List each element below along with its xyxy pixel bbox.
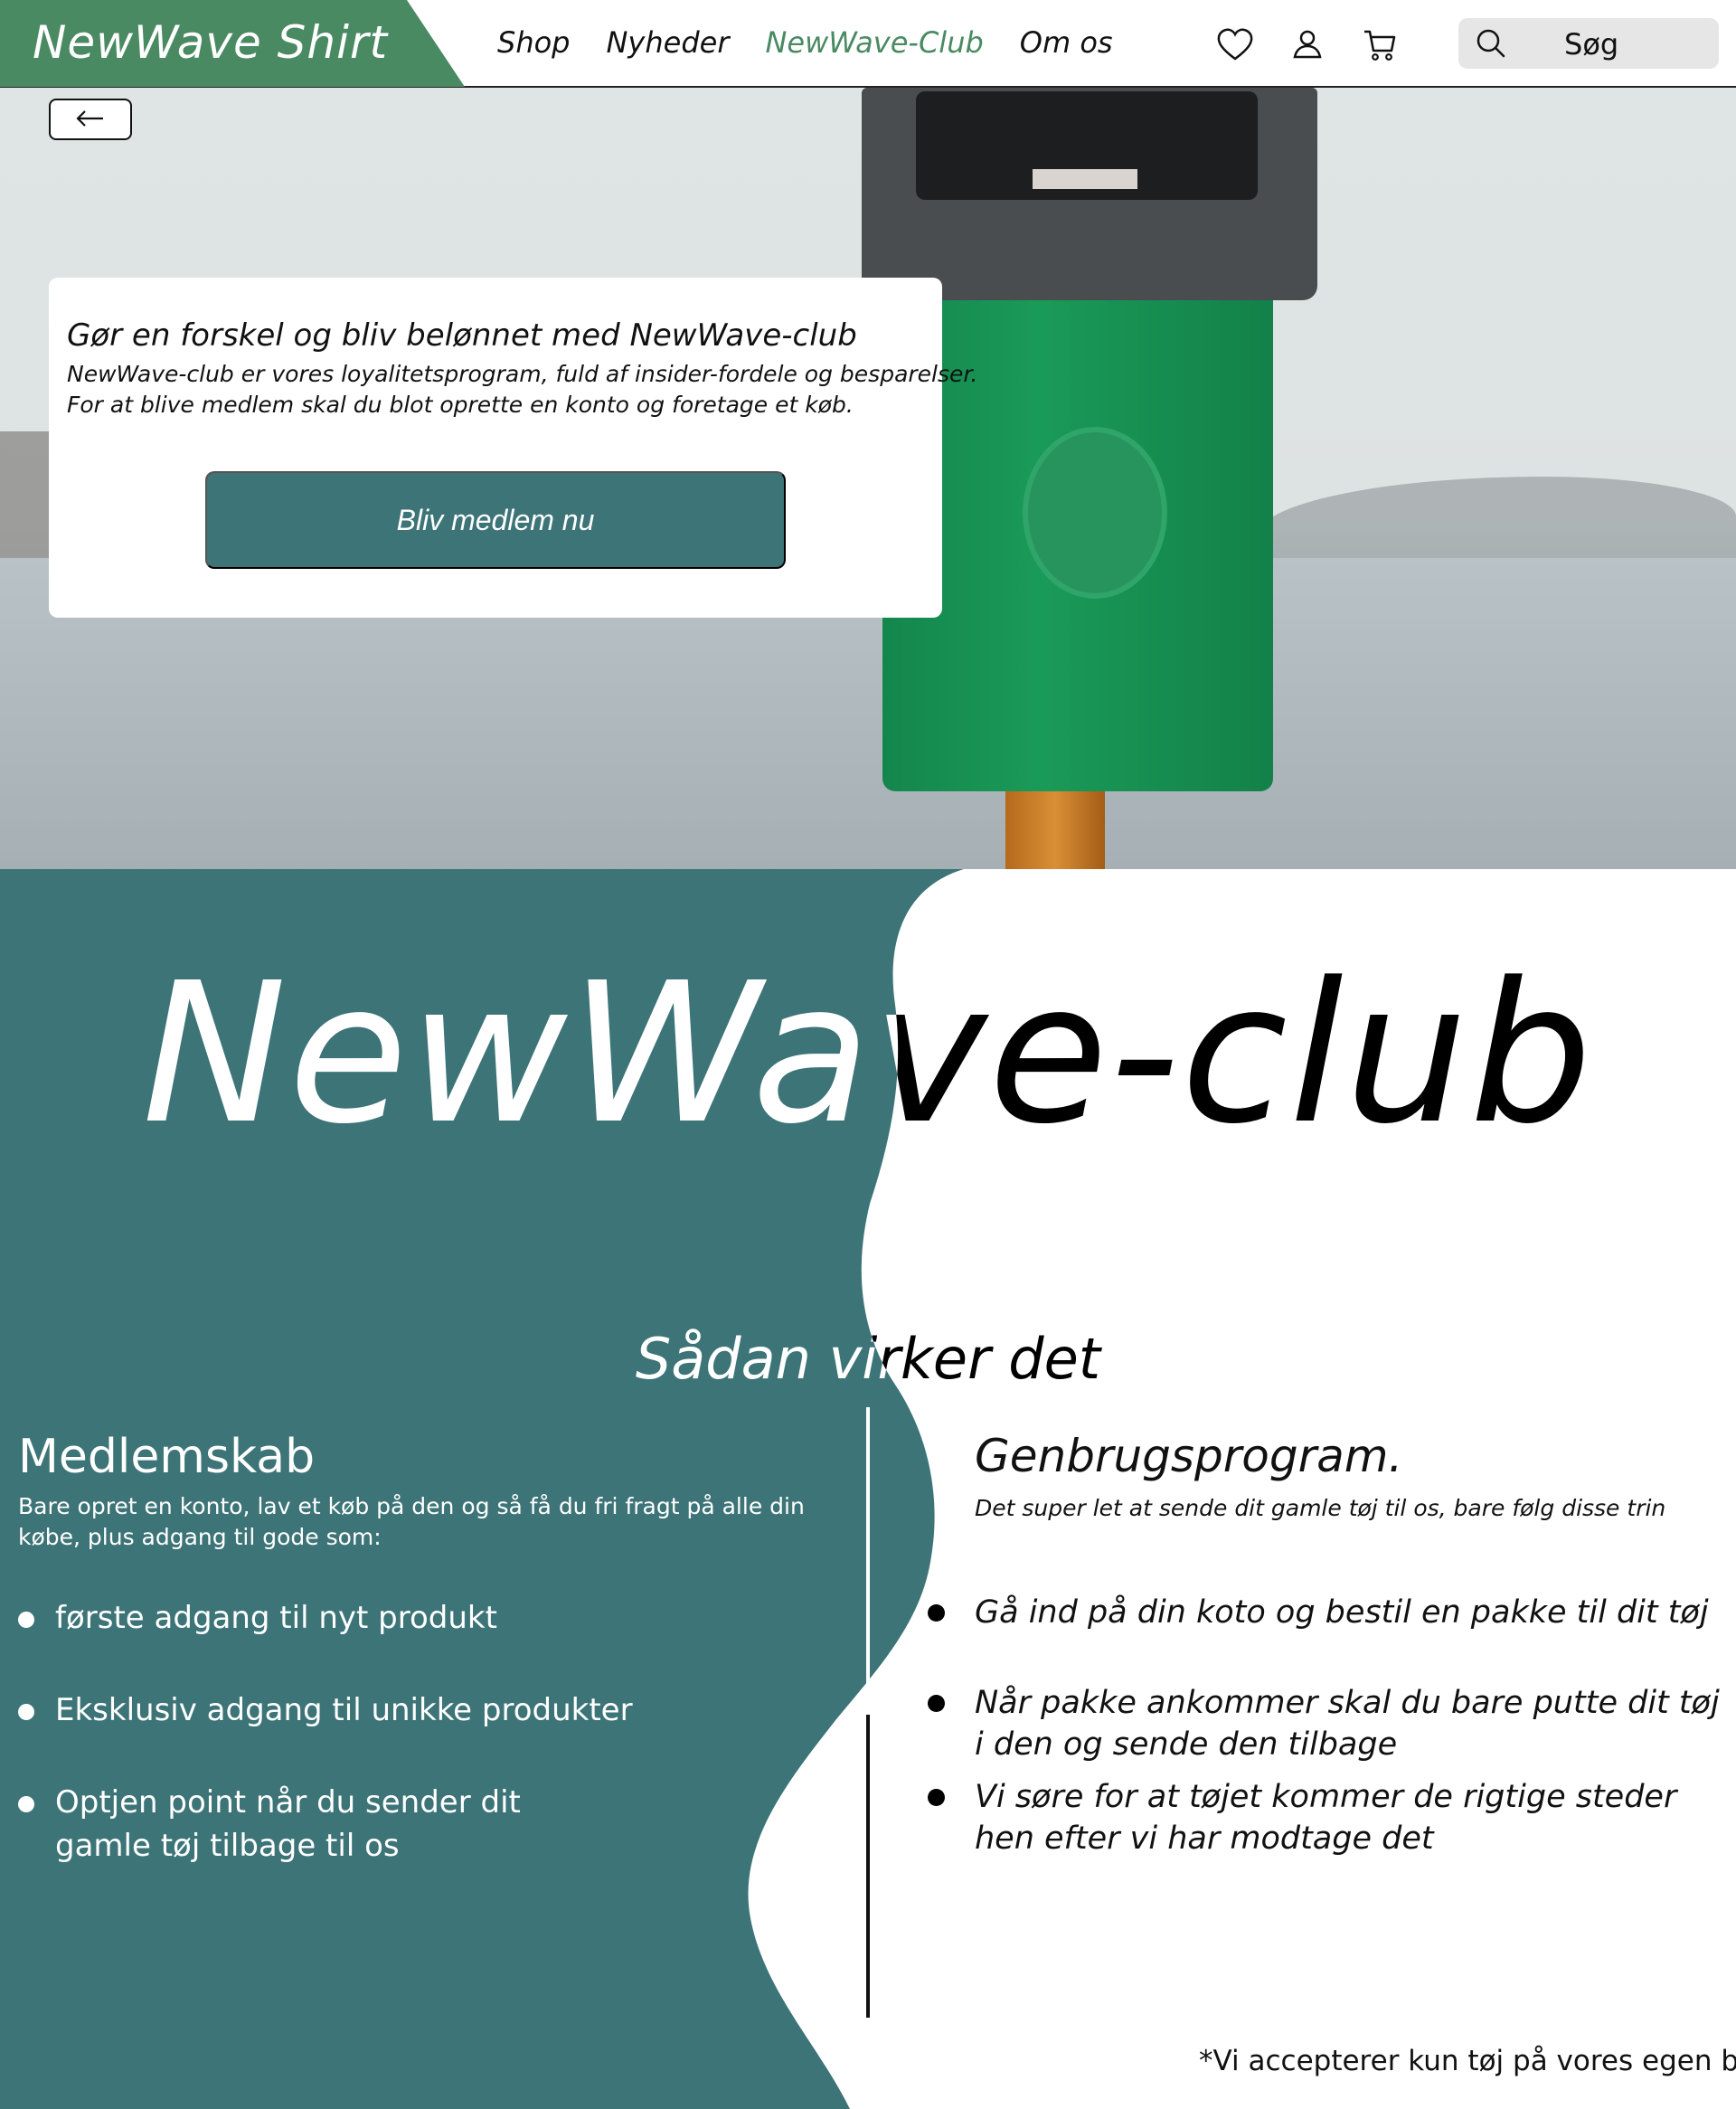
site-header: NewWave Shirt Shop Nyheder NewWave-Club … bbox=[0, 0, 1736, 88]
cart-icon[interactable] bbox=[1359, 24, 1401, 65]
arrow-left-icon bbox=[75, 109, 106, 130]
footnote: *Vi accepterer kun tøj på vores egen but… bbox=[1199, 2045, 1736, 2077]
recycling-steps: Gå ind på din koto og bestil en pakke ti… bbox=[928, 1592, 1736, 1859]
join-button[interactable]: Bliv medlem nu bbox=[205, 471, 786, 569]
nav-shop[interactable]: Shop bbox=[497, 25, 570, 60]
search-input[interactable]: Søg bbox=[1564, 27, 1618, 61]
step-item: Gå ind på din koto og bestil en pakke ti… bbox=[928, 1592, 1736, 1633]
recycling-lead: Det super let at sende dit gamle tøj til… bbox=[975, 1495, 1666, 1521]
benefit-item: Optjen point når du sender dit gamle tøj… bbox=[18, 1781, 524, 1868]
recycling-heading: Genbrugsprogram. bbox=[975, 1430, 1403, 1482]
back-button[interactable] bbox=[49, 99, 132, 140]
promo-text: NewWave-club er vores loyalitetsprogram,… bbox=[67, 359, 977, 421]
user-icon[interactable] bbox=[1287, 24, 1328, 65]
membership-heading: Medlemskab bbox=[18, 1430, 316, 1484]
brand-logo[interactable]: NewWave Shirt bbox=[33, 16, 388, 69]
promo-title: Gør en forskel og bliv belønnet med NewW… bbox=[67, 317, 857, 354]
club-section: NewWave-club Sådan virker det NewWave-cl… bbox=[0, 869, 1736, 2109]
main-nav: Shop Nyheder NewWave-Club Om os bbox=[497, 25, 1113, 60]
hero-photo-pole bbox=[1005, 791, 1105, 874]
nav-nyheder[interactable]: Nyheder bbox=[606, 25, 729, 60]
membership-lead: Bare opret en konto, lav et køb på den o… bbox=[18, 1493, 805, 1550]
recycling-column: Genbrugsprogram. Det super let at sende … bbox=[928, 1430, 1736, 1859]
promo-text-line-1: NewWave-club er vores loyalitetsprogram,… bbox=[67, 361, 978, 387]
promo-card: Gør en forskel og bliv belønnet med NewW… bbox=[49, 278, 977, 618]
membership-benefits: første adgang til nyt produkt Eksklusiv … bbox=[18, 1596, 868, 1868]
search-icon bbox=[1475, 27, 1507, 60]
hero-photo-bin-emblem bbox=[1023, 427, 1167, 599]
nav-om-os[interactable]: Om os bbox=[1020, 25, 1113, 60]
benefit-item: Eksklusiv adgang til unikke produkter bbox=[18, 1688, 868, 1732]
step-item: Når pakke ankommer skal du bare putte di… bbox=[928, 1682, 1736, 1765]
membership-column: Medlemskab Bare opret en konto, lav et k… bbox=[18, 1430, 868, 1868]
step-item: Vi søre for at tøjet kommer de rigtige s… bbox=[928, 1776, 1736, 1859]
heart-icon[interactable] bbox=[1214, 24, 1256, 65]
search-bar[interactable]: Søg bbox=[1458, 18, 1719, 69]
nav-newwave-club[interactable]: NewWave-Club bbox=[765, 25, 983, 60]
promo-text-line-2: For at blive medlem skal du blot oprette… bbox=[67, 392, 854, 418]
benefit-item: første adgang til nyt produkt bbox=[18, 1596, 868, 1640]
hero-photo-bin-label bbox=[1033, 169, 1137, 189]
